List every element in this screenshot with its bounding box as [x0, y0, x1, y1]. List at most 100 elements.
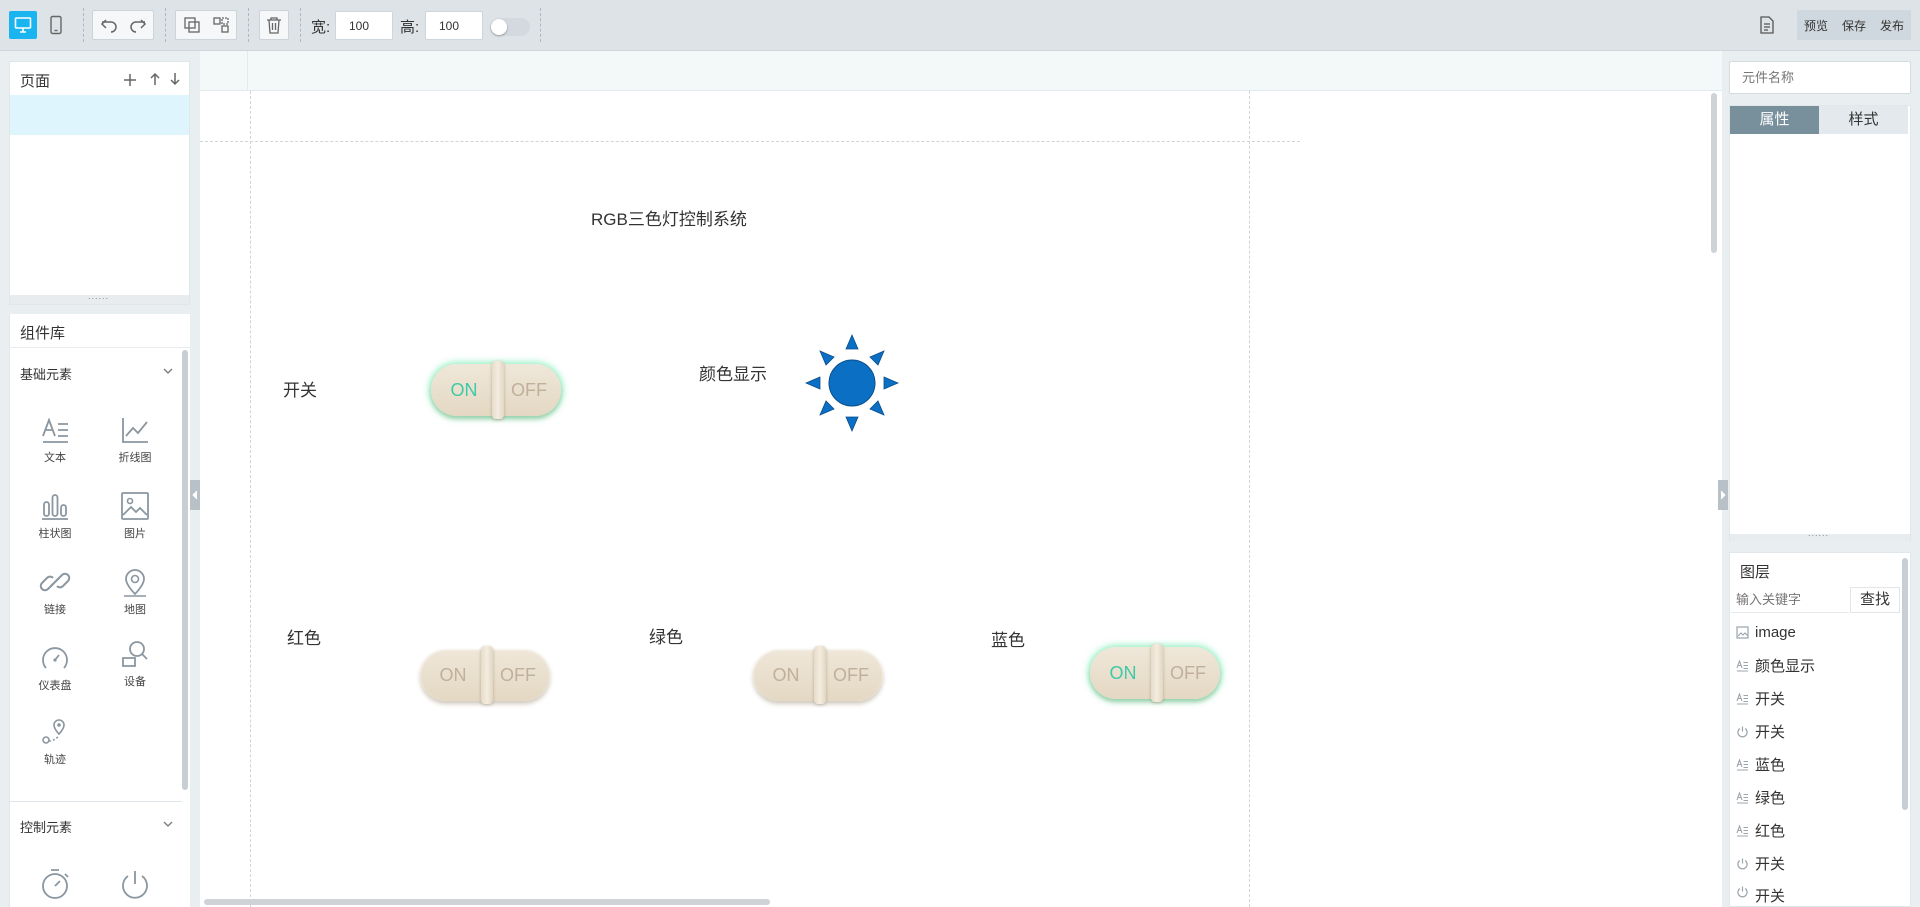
component-image[interactable]: 图片 [105, 490, 165, 541]
control-elements-category[interactable]: 控制元素 [20, 817, 72, 836]
library-header: 组件库 [10, 314, 191, 348]
green-label[interactable]: 绿色 [649, 623, 683, 648]
tab-style[interactable]: 样式 [1819, 106, 1908, 134]
add-page-icon[interactable] [122, 72, 138, 88]
toolbar-separator [540, 8, 541, 42]
document-button[interactable] [1753, 11, 1781, 39]
component-map[interactable]: 地图 [105, 566, 165, 617]
layer-label: 开关 [1755, 690, 1786, 708]
snap-toggle[interactable] [490, 18, 530, 36]
layer-label: 颜色显示 [1755, 657, 1816, 675]
move-up-icon[interactable] [149, 71, 161, 87]
device-icon [122, 641, 148, 667]
layer-item[interactable]: 开关 [1736, 687, 1785, 709]
width-input[interactable] [335, 11, 393, 40]
component-bar-chart[interactable]: 柱状图 [25, 490, 85, 541]
save-button[interactable]: 保存 [1842, 17, 1866, 34]
component-device[interactable]: 设备 [105, 638, 165, 689]
page-actions: 预览 保存 发布 [1797, 10, 1911, 40]
component-label: 折线图 [118, 452, 152, 464]
master-switch-toggle[interactable]: ON OFF [431, 361, 561, 419]
layer-label: 开关 [1755, 888, 1786, 905]
chevron-down-icon[interactable] [162, 819, 174, 829]
component-timer[interactable] [25, 867, 85, 901]
layer-item[interactable]: 开关 [1736, 885, 1785, 905]
switch-label[interactable]: 开关 [283, 376, 317, 401]
delete-button[interactable] [260, 11, 288, 39]
resize-handle-icon[interactable]: ...... [88, 291, 109, 301]
toggle-divider [492, 361, 504, 419]
undo-icon [100, 19, 117, 33]
green-toggle[interactable]: ON OFF [753, 646, 883, 704]
component-line-chart[interactable]: 折线图 [105, 414, 165, 465]
component-power-switch[interactable] [105, 867, 165, 901]
delete-group [259, 10, 289, 40]
right-collapse-handle[interactable] [1718, 480, 1728, 510]
element-name-input[interactable] [1729, 61, 1911, 94]
blue-toggle[interactable]: ON OFF [1090, 644, 1220, 702]
trash-icon [267, 17, 281, 34]
component-text[interactable]: 文本 [25, 414, 85, 465]
layer-label: 绿色 [1755, 789, 1786, 807]
text-icon [1736, 691, 1748, 705]
layer-item[interactable]: 红色 [1736, 819, 1785, 841]
layers-scrollbar[interactable] [1902, 558, 1908, 810]
component-label: 图片 [124, 528, 146, 540]
group-icon [213, 17, 229, 33]
toggle-off-text: OFF [833, 665, 869, 685]
height-input[interactable] [425, 11, 483, 40]
layer-search-input[interactable] [1731, 587, 1849, 613]
component-library-panel: 组件库 基础元素 文本 折线图 柱状图 图片 链接 地图 仪表盘 设备 轨迹 控… [9, 314, 191, 907]
timer-icon [42, 869, 69, 899]
bar-chart-icon [42, 494, 68, 520]
layer-item[interactable]: image [1736, 621, 1796, 643]
component-label: 链接 [44, 604, 66, 616]
library-scrollbar[interactable] [182, 350, 188, 790]
tab-attributes[interactable]: 属性 [1730, 106, 1819, 134]
red-label[interactable]: 红色 [287, 624, 321, 649]
design-canvas[interactable]: RGB三色灯控制系统 开关 ON OFF 颜色显示 红色 ON OFF 绿色 O… [200, 51, 1722, 907]
component-label: 地图 [124, 604, 146, 616]
redo-button[interactable] [124, 11, 152, 39]
layer-item[interactable]: 绿色 [1736, 786, 1785, 808]
canvas-title[interactable]: RGB三色灯控制系统 [591, 205, 747, 230]
mobile-view-button[interactable] [42, 11, 70, 39]
publish-button[interactable]: 发布 [1880, 17, 1904, 34]
layer-label: 开关 [1755, 723, 1786, 741]
layer-item[interactable]: 开关 [1736, 720, 1785, 742]
left-collapse-handle[interactable] [190, 480, 200, 510]
component-label: 柱状图 [38, 528, 72, 540]
chevron-down-icon[interactable] [162, 366, 174, 376]
toggle-on-text: ON [450, 380, 478, 400]
blue-label[interactable]: 蓝色 [991, 626, 1025, 651]
page-list-item[interactable] [10, 95, 189, 135]
desktop-view-button[interactable] [9, 11, 37, 39]
layer-label: 蓝色 [1755, 756, 1786, 774]
toggle-divider [814, 646, 826, 704]
canvas-vertical-scrollbar[interactable] [1711, 93, 1717, 253]
preview-button[interactable]: 预览 [1804, 17, 1828, 34]
layers-title: 图层 [1740, 564, 1771, 581]
arrange-group [175, 10, 237, 40]
toggle-off-text: OFF [511, 380, 547, 400]
resize-handle-icon[interactable]: ...... [1808, 528, 1829, 538]
layer-item[interactable]: 蓝色 [1736, 753, 1785, 775]
group-button[interactable] [207, 11, 235, 39]
component-track[interactable]: 轨迹 [25, 716, 85, 767]
text-icon [1736, 790, 1748, 804]
toolbar-separator [248, 8, 249, 42]
canvas-horizontal-scrollbar[interactable] [204, 899, 770, 905]
sun-lamp-icon[interactable] [804, 333, 900, 433]
component-label: 文本 [44, 452, 66, 464]
layer-item[interactable]: 颜色显示 [1736, 654, 1815, 676]
red-toggle[interactable]: ON OFF [420, 646, 550, 704]
layer-item[interactable]: 开关 [1736, 852, 1785, 874]
layer-search-button[interactable]: 查找 [1850, 587, 1900, 613]
basic-elements-category[interactable]: 基础元素 [20, 364, 72, 383]
undo-button[interactable] [95, 11, 123, 39]
color-display-label[interactable]: 颜色显示 [699, 360, 767, 385]
copy-button[interactable] [178, 11, 206, 39]
component-gauge[interactable]: 仪表盘 [25, 642, 85, 693]
component-link[interactable]: 链接 [25, 566, 85, 617]
move-down-icon[interactable] [169, 71, 181, 87]
